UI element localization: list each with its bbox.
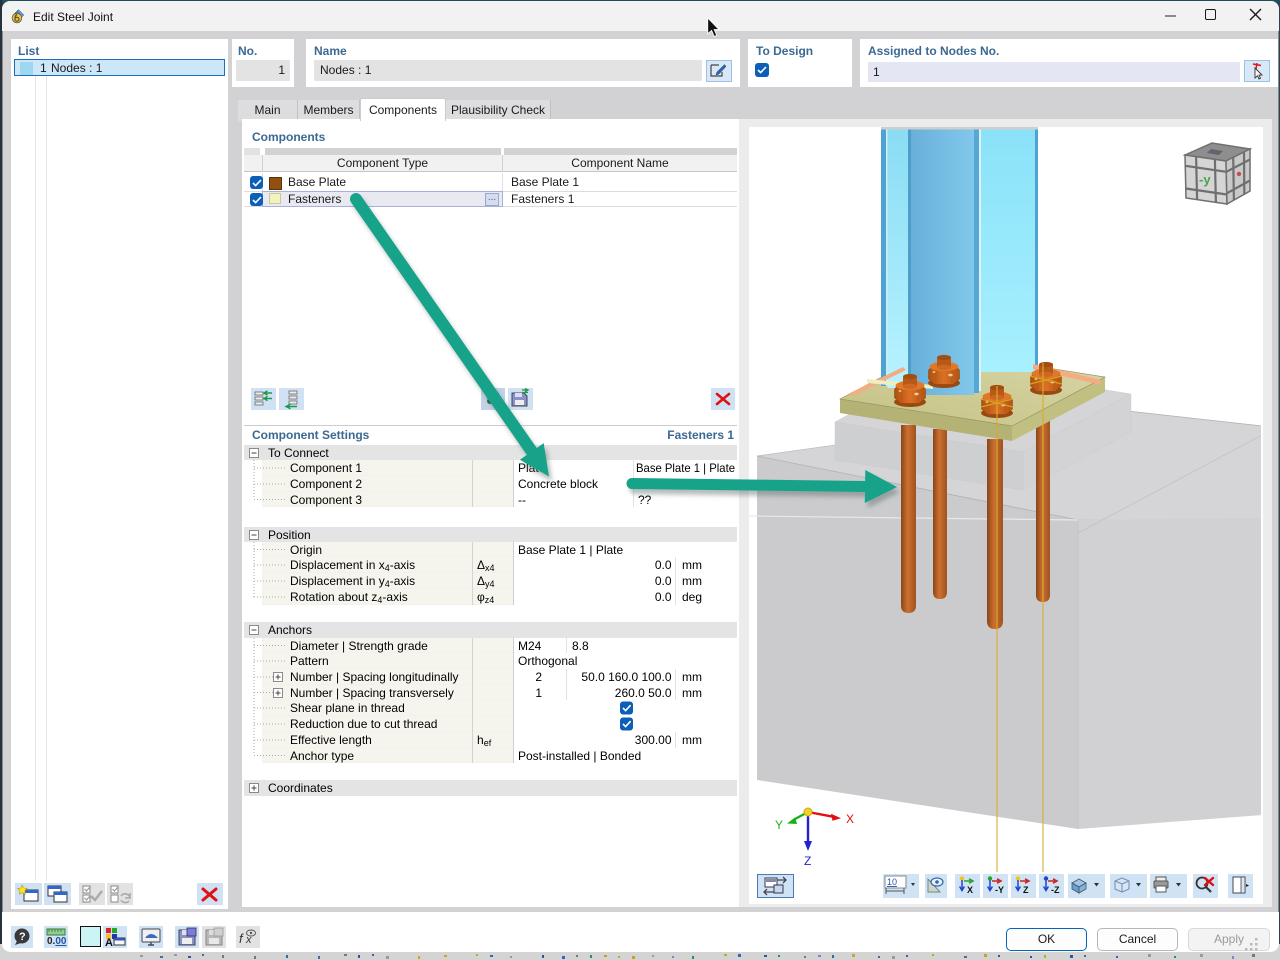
svg-text:50.0 160.0 100.0: 50.0 160.0 100.0 [581,670,671,684]
svg-text:Base Plate 1 | Plate: Base Plate 1 | Plate [636,461,735,475]
svg-text:mm: mm [682,686,702,700]
svg-text:Anchors: Anchors [268,623,312,637]
svg-text:Number | Spacing transversely: Number | Spacing transversely [290,686,454,700]
svg-text:Plate: Plate [518,461,546,475]
svg-text:Effective length: Effective length [290,733,372,747]
svg-text:Post-installed | Bonded: Post-installed | Bonded [518,749,641,763]
svg-text:Z: Z [1023,885,1029,895]
svg-text:M24: M24 [518,639,542,653]
svg-text:mm: mm [682,558,702,572]
svg-text:deg: deg [682,590,702,604]
svg-text:-Z: -Z [1051,885,1060,895]
svg-text:Concrete block: Concrete block [518,477,599,491]
svg-text:Displacement in x4-axis: Displacement in x4-axis [290,558,415,573]
svg-text:Component Settings: Component Settings [252,428,370,442]
svg-text:??: ?? [638,493,652,507]
svg-text:Base Plate 1 | Plate: Base Plate 1 | Plate [518,543,624,557]
svg-text:2: 2 [535,670,542,684]
svg-text:-Y: -Y [995,885,1004,895]
svg-text:mm: mm [682,733,702,747]
svg-text:Component 1: Component 1 [290,461,362,475]
svg-text:--: -- [518,493,526,507]
svg-text:Diameter | Strength grade: Diameter | Strength grade [290,639,428,653]
svg-text:Component 3: Component 3 [290,493,362,507]
svg-text:Origin: Origin [290,543,322,557]
svg-text:mm: mm [682,574,702,588]
svg-text:Anchor type: Anchor type [290,749,354,763]
svg-text:mm: mm [682,670,702,684]
svg-text:To Connect: To Connect [268,446,329,460]
svg-text:10: 10 [887,877,897,887]
svg-text:f: f [239,931,244,946]
svg-text:X: X [967,885,973,895]
svg-text:Pattern: Pattern [290,654,329,668]
svg-text:Position: Position [268,528,311,542]
svg-text:0.0: 0.0 [655,558,672,572]
svg-text:Rotation about z4-axis: Rotation about z4-axis [290,590,408,605]
svg-text:300.00: 300.00 [635,733,672,747]
svg-text:0.00: 0.00 [47,936,67,947]
svg-text:A: A [105,937,113,948]
svg-text:Fasteners 1: Fasteners 1 [667,428,734,442]
svg-text:0.0: 0.0 [655,590,672,604]
svg-text:1: 1 [535,686,542,700]
svg-text:?: ? [19,931,26,943]
svg-text:Displacement in y4-axis: Displacement in y4-axis [290,574,415,589]
svg-text:Reduction due to cut thread: Reduction due to cut thread [290,717,437,731]
svg-text:260.0 50.0: 260.0 50.0 [615,686,672,700]
svg-text:Shear plane in thread: Shear plane in thread [290,701,405,715]
svg-text:-y: -y [1199,172,1211,187]
svg-text:Component 2: Component 2 [290,477,362,491]
svg-text:Y: Y [775,818,783,832]
svg-text:Orthogonal: Orthogonal [518,654,577,668]
svg-text:X: X [846,812,854,826]
svg-text:0.0: 0.0 [655,574,672,588]
svg-text:Coordinates: Coordinates [268,781,333,795]
svg-text:8.8: 8.8 [572,639,589,653]
svg-text:Number | Spacing longitudinall: Number | Spacing longitudinally [290,670,459,684]
svg-text:Z: Z [804,854,811,868]
